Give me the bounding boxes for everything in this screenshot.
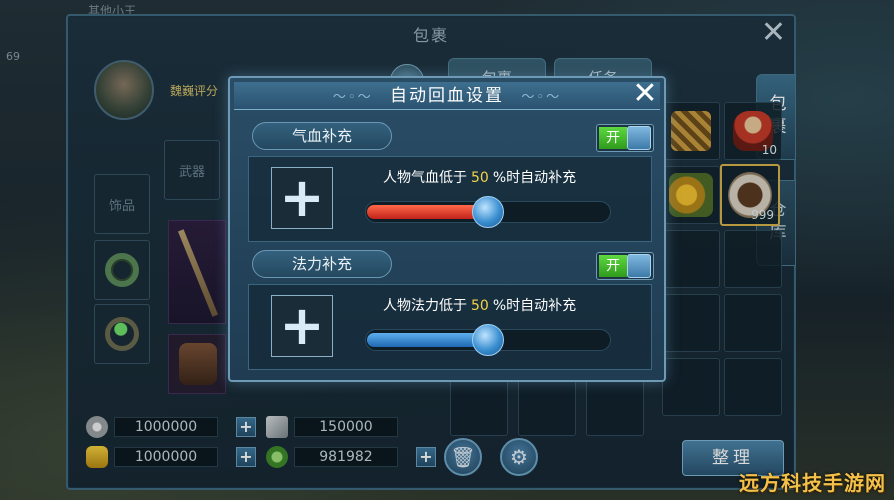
header-flourish-right: 〜◦〜 (521, 90, 562, 105)
desc-suffix: %时自动补充 (492, 170, 577, 186)
hp-percent-value: 50 (471, 170, 489, 186)
mp-section: 法力补充 开 + 人物法力低于 50 %时自动补充 (240, 250, 658, 372)
mp-section-body: + 人物法力低于 50 %时自动补充 (248, 284, 652, 370)
mp-toggle[interactable]: 开 (596, 252, 654, 280)
mp-percent-value: 50 (471, 298, 489, 314)
dialog-close-button[interactable]: ✕ (630, 79, 660, 110)
hp-section: 气血补充 开 + 人物气血低于 50 %时自动补充 (240, 122, 658, 244)
hp-threshold-text: 人物气血低于 50 %时自动补充 (383, 167, 576, 187)
plus-icon: + (279, 166, 325, 229)
toggle-on-label: 开 (599, 255, 627, 277)
hp-toggle[interactable]: 开 (596, 124, 654, 152)
header-flourish-left: 〜◦〜 (332, 90, 373, 105)
toggle-on-label: 开 (599, 127, 627, 149)
dialog-title: 自动回血设置 (390, 86, 504, 106)
mp-slider[interactable] (365, 324, 611, 356)
mp-slider-knob[interactable] (472, 324, 504, 356)
mp-potion-slot[interactable]: + (271, 295, 333, 357)
hp-section-title: 气血补充 (252, 122, 392, 150)
toggle-knob (627, 126, 651, 150)
auto-recover-dialog: 〜◦〜 自动回血设置 〜◦〜 ✕ 气血补充 开 + 人物气血低于 50 %时自动补充… (228, 76, 666, 382)
site-watermark: 远方科技手游网 (739, 471, 886, 495)
toggle-knob (627, 254, 651, 278)
desc-prefix: 人物气血低于 (383, 170, 467, 186)
hp-slider[interactable] (365, 196, 611, 228)
mp-slider-fill (367, 333, 489, 347)
hp-potion-slot[interactable]: + (271, 167, 333, 229)
hp-slider-fill (367, 205, 489, 219)
hp-section-body: + 人物气血低于 50 %时自动补充 (248, 156, 652, 242)
mp-threshold-text: 人物法力低于 50 %时自动补充 (383, 295, 576, 315)
desc-prefix: 人物法力低于 (383, 298, 467, 314)
hp-slider-knob[interactable] (472, 196, 504, 228)
desc-suffix: %时自动补充 (492, 298, 577, 314)
plus-icon: + (279, 294, 325, 357)
dialog-header: 〜◦〜 自动回血设置 〜◦〜 (234, 82, 660, 110)
mp-section-title: 法力补充 (252, 250, 392, 278)
